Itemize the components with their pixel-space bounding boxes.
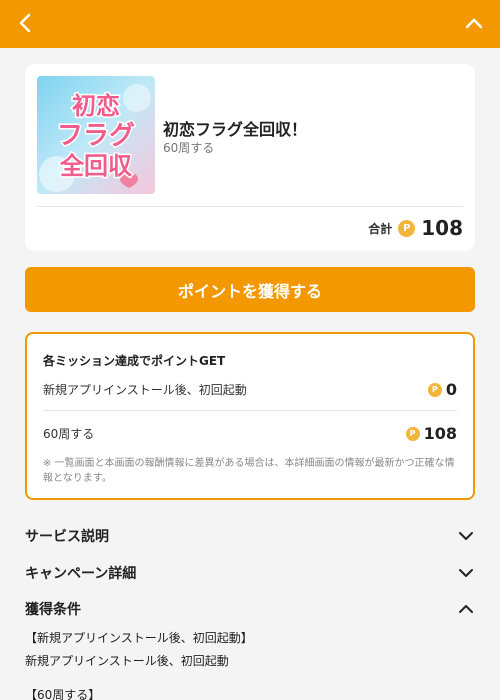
point-coin-icon: P	[427, 382, 442, 397]
app-subtitle: 60周する	[163, 141, 215, 155]
divider	[37, 206, 463, 207]
accordion-campaign-details[interactable]: キャンペーン詳細	[25, 562, 475, 584]
app-title: 初恋フラグ全回収！	[163, 120, 308, 139]
top-bar	[0, 0, 500, 48]
offer-card: 初恋 フラグ 全回収 初恋フラグ全回収！ 60周する 合計 P 108	[25, 64, 475, 251]
collapse-button[interactable]	[462, 11, 486, 35]
condition-heading: 【新規アプリインストール後、初回起動】	[25, 631, 253, 645]
disclaimer-note: ※ 一覧画面と本画面の報酬情報に差異がある場合は、本詳細画面の情報が最新かつ正確…	[43, 458, 455, 484]
mission-points-value: 0	[445, 380, 457, 399]
mission-points-value: 108	[423, 424, 457, 443]
point-coin-icon: P	[398, 219, 416, 237]
chevron-down-icon	[459, 532, 473, 540]
total-value: 108	[421, 216, 463, 240]
total-label: 合計	[368, 221, 393, 236]
accordion-label: サービス説明	[25, 529, 109, 545]
condition-text: 新規アプリインストール後、初回起動	[25, 654, 229, 668]
svg-text:全回収: 全回収	[59, 152, 133, 180]
chevron-down-icon	[459, 569, 473, 577]
mission-points: P 108	[405, 424, 457, 443]
chevron-up-icon	[465, 18, 483, 29]
back-button[interactable]	[14, 11, 38, 35]
missions-heading: 各ミッション達成でポイントGET	[43, 354, 226, 368]
mission-row: 新規アプリインストール後、初回起動 P 0	[43, 380, 457, 399]
mission-row: 60周する P 108	[43, 424, 457, 443]
mission-name: 60周する	[43, 427, 95, 441]
svg-text:初恋: 初恋	[72, 92, 120, 120]
get-points-button[interactable]: ポイントを獲得する	[25, 267, 475, 312]
condition-heading: 【60周する】	[25, 688, 101, 700]
missions-box: 各ミッション達成でポイントGET 新規アプリインストール後、初回起動 P 0 6…	[25, 332, 475, 500]
svg-text:フラグ: フラグ	[57, 121, 135, 151]
app-thumbnail: 初恋 フラグ 全回収	[37, 76, 155, 194]
accordion-label: 獲得条件	[25, 602, 81, 618]
chevron-left-icon	[19, 13, 31, 33]
mission-name: 新規アプリインストール後、初回起動	[43, 383, 247, 397]
point-coin-icon: P	[405, 426, 420, 441]
app-logo-image: 初恋 フラグ 全回収	[37, 76, 155, 194]
mission-points: P 0	[427, 380, 457, 399]
total-points: 合計 P 108	[368, 216, 463, 240]
accordion-label: キャンペーン詳細	[25, 566, 137, 582]
accordion-acquisition-conditions[interactable]: 獲得条件	[25, 598, 475, 620]
chevron-up-icon	[459, 605, 473, 613]
accordion-service-description[interactable]: サービス説明	[25, 525, 475, 547]
divider	[43, 410, 457, 411]
